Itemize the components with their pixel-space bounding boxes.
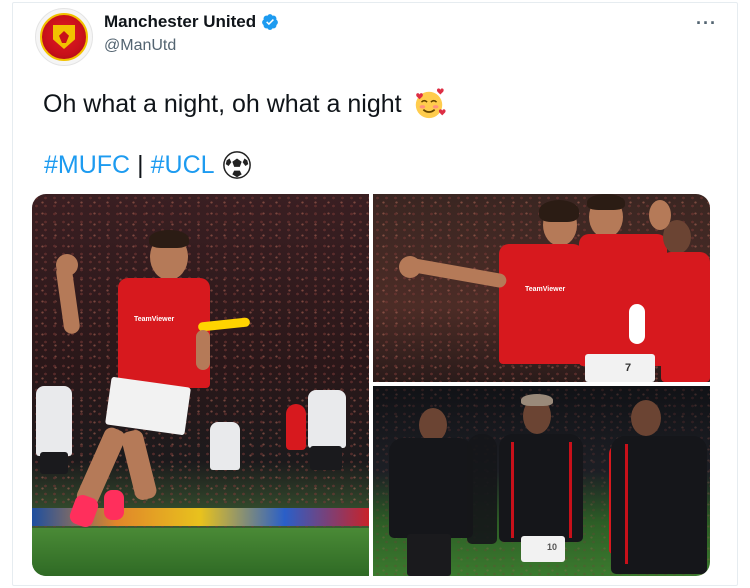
more-options-icon[interactable]: ··· <box>696 13 717 34</box>
hashtag-mufc[interactable]: #MUFC <box>44 151 130 180</box>
hashtags-row: #MUFC | #UCL <box>44 150 252 180</box>
soccer-ball-icon <box>222 151 251 179</box>
photo-player-celebrating[interactable]: TeamViewer <box>32 194 369 576</box>
avatar[interactable] <box>35 8 93 66</box>
smiling-face-with-hearts-icon <box>415 88 446 119</box>
display-name[interactable]: Manchester United <box>104 12 256 32</box>
shirt-sponsor: TeamViewer <box>134 316 175 323</box>
shirt-number-7: 7 <box>625 362 632 374</box>
hashtag-ucl[interactable]: #UCL <box>151 151 215 180</box>
verified-badge-icon <box>262 14 278 30</box>
media-grid: TeamViewer TeamViewer 7 10 <box>32 194 710 576</box>
author-name-row[interactable]: Manchester United <box>104 12 279 32</box>
tweet-text: Oh what a night, oh what a night <box>43 87 446 121</box>
hashtag-separator: | <box>137 150 144 179</box>
photo-players-celebrating[interactable]: TeamViewer 7 <box>373 194 710 382</box>
club-crest-icon <box>40 13 88 61</box>
user-handle[interactable]: @ManUtd <box>104 37 176 55</box>
tweet-body: Oh what a night, oh what a night <box>43 89 402 118</box>
photo-players-walking[interactable]: 10 <box>373 386 710 576</box>
shirt-number-10: 10 <box>547 542 558 552</box>
shirt-sponsor-2: TeamViewer <box>525 286 566 293</box>
